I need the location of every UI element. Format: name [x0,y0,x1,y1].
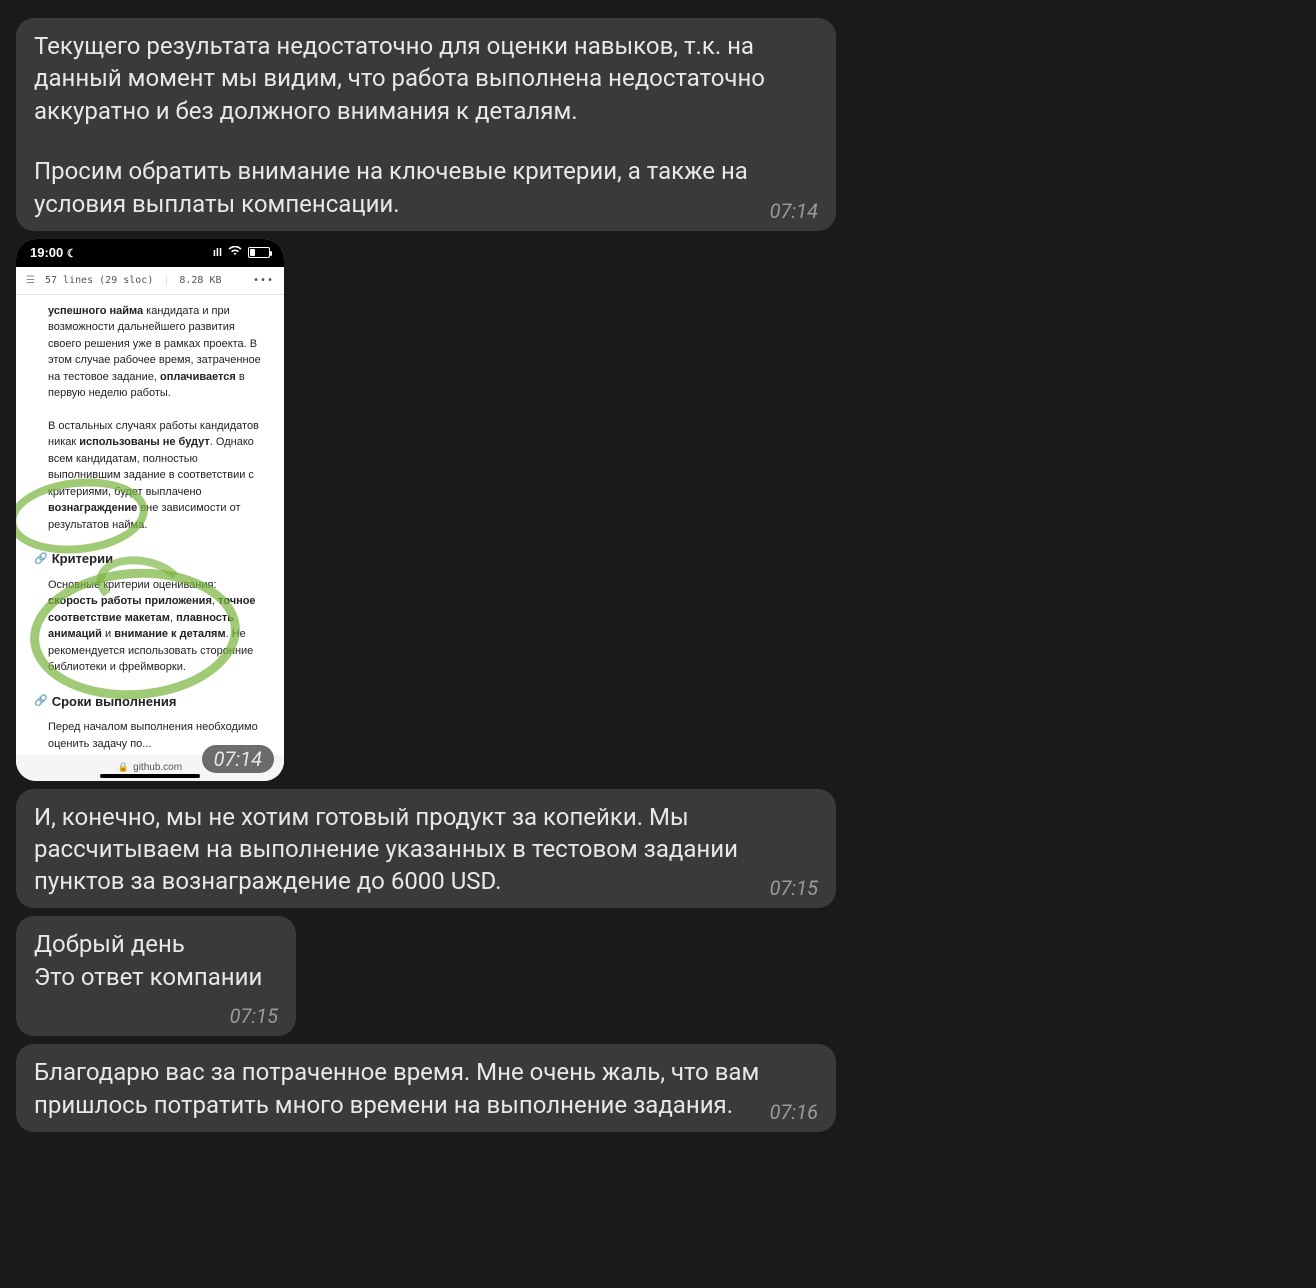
link-icon: 🔗 [34,551,48,568]
image-attachment[interactable]: 19:00 ☾ ıll ☰ 57 lines (29 sloc) | 8.28 … [16,239,284,781]
battery-icon [248,247,270,258]
moon-icon: ☾ [67,248,77,260]
document-body: успешного найма кандидата и при возможно… [16,295,284,755]
wifi-icon [228,246,242,259]
incoming-message[interactable]: И, конечно, мы не хотим готовый продукт … [16,789,836,909]
section-heading-criteria: 🔗Критерии [48,549,264,569]
incoming-message[interactable]: Добрый день Это ответ компании 07:15 [16,916,296,1036]
home-indicator [100,774,200,778]
incoming-message[interactable]: Благодарю вас за потраченное время. Мне … [16,1044,836,1131]
message-text: Это ответ компании [34,963,262,991]
status-time: 19:00 [30,245,63,260]
github-file-header: ☰ 57 lines (29 sloc) | 8.28 KB ••• [16,267,284,295]
message-text: Добрый день [34,930,185,958]
message-text: Текущего результата недостаточно для оце… [34,30,818,127]
file-lines: 57 lines (29 sloc) [45,275,153,286]
file-size: 8.28 KB [179,275,221,286]
message-time: 07:15 [770,875,818,902]
list-icon: ☰ [26,275,35,286]
phone-screenshot: 19:00 ☾ ıll ☰ 57 lines (29 sloc) | 8.28 … [16,239,284,781]
message-time: 07:16 [770,1099,818,1126]
message-list: Текущего результата недостаточно для оце… [16,18,1300,1132]
message-text: И, конечно, мы не хотим готовый продукт … [34,803,738,896]
message-text: Благодарю вас за потраченное время. Мне … [34,1058,759,1118]
more-icon: ••• [253,275,274,286]
message-text: Просим обратить внимание на ключевые кри… [34,157,748,217]
message-time: 07:15 [230,1003,278,1030]
lock-icon: 🔒 [118,762,129,773]
url-text: github.com [133,762,182,773]
phone-status-bar: 19:00 ☾ ıll [16,239,284,267]
message-time: 07:14 [770,198,818,225]
link-icon: 🔗 [34,693,48,710]
incoming-message[interactable]: Текущего результата недостаточно для оце… [16,18,836,231]
signal-icon: ıll [213,247,222,259]
section-heading-deadline: 🔗Сроки выполнения [48,692,264,712]
message-time: 07:14 [202,745,274,773]
